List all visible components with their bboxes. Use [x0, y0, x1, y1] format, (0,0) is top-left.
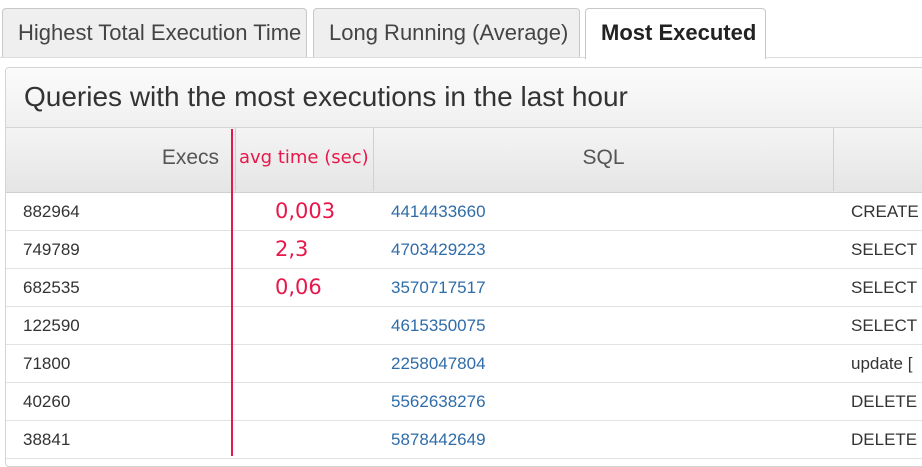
table-row: 38841 5878442649 DELETE — [6, 421, 922, 459]
tab-highest-total-execution-time[interactable]: Highest Total Execution Time — [2, 8, 307, 57]
sql-text-cell: update [ — [851, 354, 913, 373]
execs-cell: 71800 — [23, 354, 71, 373]
column-header-sql[interactable]: SQL — [374, 128, 834, 191]
annotation-header-avg-time: avg time (sec) — [236, 128, 374, 191]
table-row: 122590 4615350075 SELECT — [6, 307, 922, 345]
execs-cell: 749789 — [23, 240, 80, 259]
sql-text-cell: DELETE — [851, 430, 918, 449]
sql-text-cell: DELETE — [851, 392, 918, 411]
table-row: 749789 2,3 4703429223 SELECT — [6, 231, 922, 269]
table-header: Execs avg time (sec) SQL — [6, 128, 922, 193]
execs-cell: 122590 — [23, 316, 80, 335]
execs-cell: 882964 — [23, 202, 80, 221]
table-row: 682535 0,06 3570717517 SELECT — [6, 269, 922, 307]
avg-time-annotation: 2,3 — [275, 237, 309, 261]
tab-bar-divider — [0, 57, 922, 58]
execs-cell: 40260 — [23, 392, 71, 411]
tab-bar: Highest Total Execution Time Long Runnin… — [0, 0, 922, 59]
sql-text-cell: CREATE — [851, 202, 919, 221]
column-header-execs[interactable]: Execs — [6, 128, 236, 191]
sql-id-link[interactable]: 2258047804 — [391, 345, 486, 382]
column-header-text[interactable] — [834, 128, 922, 191]
table-row: 882964 0,003 4414433660 CREATE — [6, 193, 922, 231]
execs-cell: 38841 — [23, 430, 71, 449]
avg-time-annotation: 0,003 — [275, 199, 336, 223]
sql-id-link[interactable]: 4414433660 — [391, 193, 486, 230]
sql-text-cell: SELECT — [851, 316, 918, 335]
sql-id-link[interactable]: 5878442649 — [391, 421, 486, 458]
avg-time-annotation: 0,06 — [275, 275, 322, 299]
table-row: 71800 2258047804 update [ — [6, 345, 922, 383]
sql-text-cell: SELECT — [851, 240, 918, 259]
sql-id-link[interactable]: 5562638276 — [391, 383, 486, 420]
tab-most-executed[interactable]: Most Executed — [585, 8, 766, 59]
tab-long-running-average[interactable]: Long Running (Average) — [313, 8, 580, 57]
sql-id-link[interactable]: 4703429223 — [391, 231, 486, 268]
table-row: 40260 5562638276 DELETE — [6, 383, 922, 421]
sql-id-link[interactable]: 4615350075 — [391, 307, 486, 344]
sql-text-cell: SELECT — [851, 278, 918, 297]
sql-id-link[interactable]: 3570717517 — [391, 269, 486, 306]
annotation-divider-line — [231, 129, 233, 456]
panel-title: Queries with the most executions in the … — [6, 68, 922, 128]
results-panel: Queries with the most executions in the … — [5, 67, 922, 467]
execs-cell: 682535 — [23, 278, 80, 297]
